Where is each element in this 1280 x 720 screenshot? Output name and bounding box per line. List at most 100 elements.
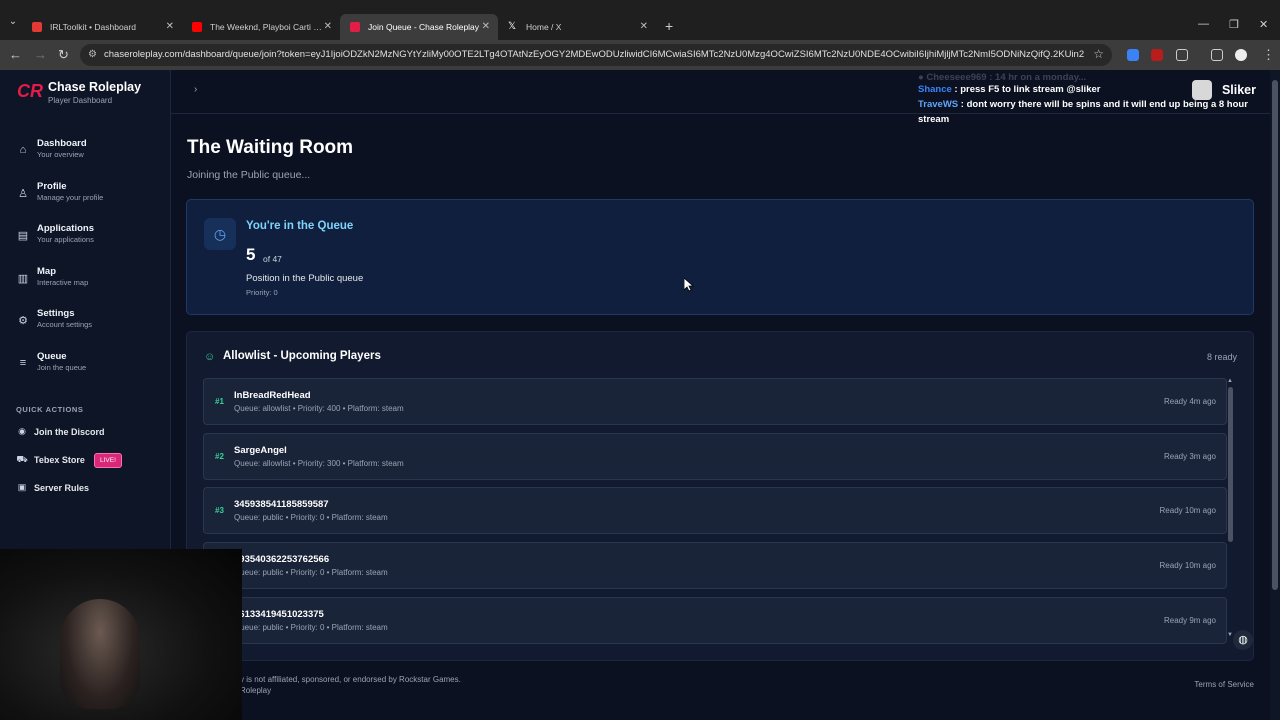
player-ready-time: Ready 3m ago — [1163, 452, 1216, 461]
browser-tab-4[interactable]: 𝕏 Home / X ✕ — [498, 14, 656, 40]
sidebar-item-sublabel: Your applications — [37, 235, 94, 244]
queue-total: of 47 — [263, 254, 282, 264]
scroll-up-icon[interactable]: ▲ — [1227, 378, 1233, 384]
sidebar-item-queue[interactable]: ≡ Queue Join the queue — [14, 351, 164, 381]
queue-position: 5 — [246, 245, 256, 264]
cookie-icon[interactable]: ◍ — [1233, 630, 1253, 650]
chevron-right-icon[interactable]: › — [194, 84, 197, 95]
queue-priority: Priority: 0 — [246, 288, 278, 297]
sidebar-item-sublabel: Account settings — [37, 320, 93, 329]
allowlist-title: Allowlist - Upcoming Players — [223, 350, 381, 362]
browser-toolbar: ← → ↻ ⚙ chaseroleplay.com/dashboard/queu… — [0, 40, 1280, 70]
close-tab-icon[interactable]: ✕ — [640, 14, 648, 40]
extension-icon[interactable] — [1127, 49, 1139, 61]
address-bar[interactable]: ⚙ chaseroleplay.com/dashboard/queue/join… — [80, 44, 1112, 66]
player-meta: Queue: public • Priority: 0 • Platform: … — [234, 513, 388, 522]
users-icon: ☺ — [204, 351, 216, 363]
list-scrollbar[interactable] — [1228, 387, 1233, 542]
youtube-favicon-icon — [192, 22, 202, 32]
sidebar-item-label: Settings — [37, 308, 75, 319]
player-name: InBreadRedHead — [234, 390, 311, 401]
sidebar-item-label: Profile — [37, 181, 67, 192]
chat-line: TraveWS : dont worry there will be spins… — [918, 97, 1263, 127]
browser-tab-1[interactable]: IRLToolkit • Dashboard ✕ — [22, 14, 182, 40]
browser-tab-3-active[interactable]: Join Queue - Chase Roleplay ✕ — [340, 14, 498, 40]
forward-icon[interactable]: → — [34, 47, 47, 62]
close-tab-icon[interactable]: ✕ — [324, 14, 332, 40]
clock-icon: ◷ — [204, 218, 236, 250]
sidebar-item-label: Dashboard — [37, 138, 87, 149]
page-scrollbar[interactable] — [1270, 70, 1280, 720]
sidebar-item-dashboard[interactable]: ⌂ Dashboard Your overview — [14, 138, 164, 168]
stream-chat-overlay: ● Cheeseee969 : 14 hr on a monday... Sha… — [918, 70, 1263, 127]
page-scrollbar-thumb[interactable] — [1272, 80, 1278, 590]
webcam-overlay — [0, 549, 242, 720]
player-ready-time: Ready 10m ago — [1159, 561, 1216, 570]
queue-position-label: Position in the Public queue — [246, 273, 364, 284]
close-window-icon[interactable]: ✕ — [1259, 18, 1268, 31]
tab-title: IRLToolkit • Dashboard — [50, 22, 136, 32]
sidebar-item-applications[interactable]: ▤ Applications Your applications — [14, 223, 164, 253]
reading-list-icon[interactable] — [1211, 49, 1223, 61]
new-tab-icon[interactable]: + — [665, 18, 673, 34]
sidebar-item-profile[interactable]: ♙ Profile Manage your profile — [14, 181, 164, 211]
footer-disclaimer: y is not affiliated, sponsored, or endor… — [240, 674, 461, 696]
home-icon: ⌂ — [19, 144, 27, 156]
document-icon: ▤ — [17, 230, 29, 242]
player-rank: #3 — [215, 506, 224, 515]
list-item: #2 SargeAngel Queue: allowlist • Priorit… — [203, 433, 1227, 480]
user-icon: ♙ — [18, 188, 28, 200]
scroll-down-icon[interactable]: ▼ — [1227, 632, 1233, 638]
bookmark-star-icon[interactable]: ☆ — [1093, 47, 1104, 61]
player-rank: #2 — [215, 452, 224, 461]
extension-icon[interactable] — [1151, 49, 1163, 61]
tebex-store-link[interactable]: ⛟ Tebex Store LIVE! — [16, 453, 156, 469]
allowlist-card: ☺ Allowlist - Upcoming Players 8 ready #… — [186, 331, 1254, 661]
site-info-icon[interactable]: ⚙ — [88, 49, 97, 60]
tab-search-icon[interactable]: ⌄ — [6, 16, 20, 30]
sidebar-item-sublabel: Manage your profile — [37, 193, 104, 202]
sidebar-item-label: Map — [37, 266, 56, 277]
tab-title: Home / X — [526, 22, 562, 32]
restore-icon[interactable]: ❐ — [1229, 18, 1239, 31]
player-ready-time: Ready 10m ago — [1159, 506, 1216, 515]
sidebar-item-label: Applications — [37, 223, 95, 234]
discord-icon: ◉ — [18, 426, 26, 436]
player-meta: Queue: public • Priority: 0 • Platform: … — [234, 568, 388, 577]
quick-action-label: Join the Discord — [34, 427, 105, 437]
list-item: 76133419451023375 Queue: public • Priori… — [203, 597, 1227, 644]
irltoolkit-favicon-icon — [32, 22, 42, 32]
profile-avatar-icon[interactable] — [1235, 49, 1247, 61]
brand-subtitle: Player Dashboard — [48, 96, 113, 105]
page-title: The Waiting Room — [187, 137, 354, 158]
chat-message: : dont worry there will be spins and it … — [918, 99, 1248, 125]
join-discord-link[interactable]: ◉ Join the Discord — [16, 425, 156, 441]
sidebar-item-map[interactable]: ▥ Map Interactive map — [14, 266, 164, 296]
url-text[interactable]: chaseroleplay.com/dashboard/queue/join?t… — [104, 49, 1084, 60]
rules-icon: ▣ — [17, 482, 27, 492]
player-name: SargeAngel — [234, 445, 287, 456]
list-item: #3 345938541185859587 Queue: public • Pr… — [203, 487, 1227, 534]
sidebar-item-sublabel: Interactive map — [37, 278, 89, 287]
sidebar-item-settings[interactable]: ⚙ Settings Account settings — [14, 308, 164, 338]
server-rules-link[interactable]: ▣ Server Rules — [16, 481, 156, 497]
chat-message: : press F5 to link stream @sliker — [951, 84, 1101, 95]
reload-icon[interactable]: ↻ — [58, 47, 69, 63]
chase-logo-icon[interactable]: CR — [17, 81, 43, 103]
quick-action-label: Tebex Store — [34, 455, 85, 465]
close-tab-icon[interactable]: ✕ — [482, 14, 490, 40]
terms-link[interactable]: Terms of Service — [1194, 680, 1254, 689]
browser-menu-icon[interactable]: ⋮ — [1262, 47, 1275, 63]
extensions-puzzle-icon[interactable] — [1176, 49, 1188, 61]
back-icon[interactable]: ← — [9, 47, 22, 62]
minimize-icon[interactable]: — — [1198, 18, 1209, 30]
list-icon: ≡ — [19, 357, 27, 369]
cart-icon: ⛟ — [16, 454, 28, 464]
browser-tab-2[interactable]: The Weeknd, Playboi Carti - Tim ✕ — [182, 14, 340, 40]
close-tab-icon[interactable]: ✕ — [166, 14, 174, 40]
x-favicon-icon: 𝕏 — [508, 21, 517, 32]
player-meta: Queue: allowlist • Priority: 300 • Platf… — [234, 459, 404, 468]
chat-username: TraveWS — [918, 99, 959, 110]
map-icon: ▥ — [17, 273, 29, 285]
player-ready-time: Ready 9m ago — [1163, 616, 1216, 625]
